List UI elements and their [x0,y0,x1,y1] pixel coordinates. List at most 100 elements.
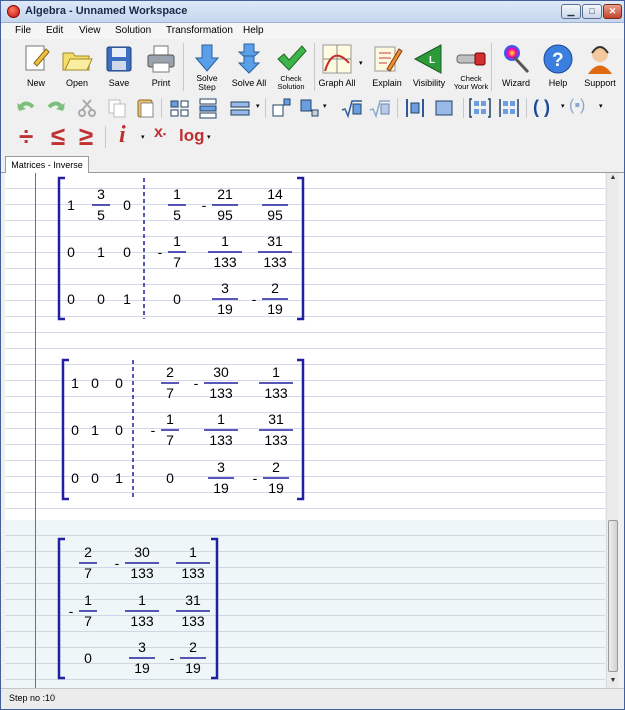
svg-text:?: ? [552,50,564,71]
matrix-numerator: 3 [217,459,225,475]
imaginary-dropdown-icon[interactable]: ▾ [141,133,145,141]
matrix-numerator: 1 [272,364,280,380]
divide-icon[interactable]: ÷ [19,121,33,152]
matrix-numerator: 21 [217,186,233,202]
matrix-denominator: 19 [217,301,233,317]
matrix-cell: 0 [166,470,174,486]
paste-icon[interactable] [135,97,157,119]
support-button[interactable]: Support [577,41,623,93]
matrix-cell: 1 [67,197,75,213]
matrix-denominator: 19 [268,480,284,496]
visibility-icon: L [413,44,442,74]
nth-root-icon[interactable] [369,97,391,119]
check-work-icon [456,52,486,66]
parentheses-dropdown-icon[interactable]: ▾ [561,102,565,110]
menu-file[interactable]: File [15,25,31,36]
matrix-cell: 0 [71,470,79,486]
graph-dropdown-icon[interactable]: ▾ [359,59,363,67]
matrix-numerator: 1 [189,544,197,560]
menu-solution[interactable]: Solution [115,25,151,36]
matrix-numerator: 1 [166,411,174,427]
scroll-up-icon[interactable]: ▲ [608,174,618,184]
matrix-denominator: 7 [173,254,181,270]
scroll-thumb[interactable] [608,520,618,672]
matrix-minus-sign: - [158,244,163,260]
matrix-cell: 0 [91,470,99,486]
undo-icon[interactable] [15,97,37,119]
log-dropdown-icon[interactable]: ▾ [207,133,211,141]
matrix-row-icon[interactable] [169,97,191,119]
parentheses-icon[interactable]: ( ) [533,97,550,118]
matrix-numerator: 3 [97,186,105,202]
help-icon: ? [543,44,573,74]
subscript-x-icon[interactable]: x▪ [154,124,166,142]
imaginary-unit-icon[interactable]: i [119,122,126,149]
matrix-denominator: 133 [263,254,287,270]
matrix-numerator: 3 [138,639,146,655]
matrix-denominator: 133 [181,565,205,581]
vertical-scrollbar[interactable]: ▲ ▼ [606,173,618,688]
matrix-cell: 0 [115,422,123,438]
matrix-col-icon[interactable] [197,97,219,119]
tab-matrices-inverse[interactable]: Matrices - Inverse [5,156,89,174]
matrix-denominator: 5 [173,207,181,223]
matrix-numerator: 1 [217,411,225,427]
graph-icon [322,44,352,74]
matrix-cell: 1 [71,375,79,391]
less-equal-icon[interactable]: ≤ [51,121,65,152]
check-your-work-button[interactable]: Check Your Work [448,41,494,93]
down-arrow-icon [194,44,220,72]
matrix-minus-sign: - [253,470,258,486]
matrix-numerator: 1 [221,233,229,249]
menu-edit[interactable]: Edit [46,25,63,36]
brackets-icon[interactable]: (▪) [569,97,585,115]
cut-icon[interactable] [76,97,98,119]
matrix-denominator: 133 [209,385,233,401]
box-icon[interactable] [433,97,455,119]
matrix-denominator: 133 [264,432,288,448]
window-title: Algebra - Unnamed Workspace [25,5,188,17]
check-solution-button[interactable]: Check Solution [268,41,314,93]
matrix-denominator: 7 [84,613,92,629]
log-icon[interactable]: log [179,126,205,146]
subscript-icon[interactable] [299,97,321,119]
graph-all-button[interactable]: Graph All [314,41,360,93]
minimize-button[interactable]: ▁ [561,4,581,19]
menu-help[interactable]: Help [243,25,264,36]
matrix-denominator: 19 [134,660,150,676]
matrix-numerator: 14 [267,186,283,202]
matrix-numerator: 1 [84,592,92,608]
matrix-cell: 0 [173,291,181,307]
superscript-icon[interactable] [271,97,293,119]
matrix-icon[interactable] [469,97,491,119]
matrix-numerator: 1 [173,186,181,202]
abs-value-icon[interactable] [404,97,426,119]
explain-pencil-icon [374,46,403,72]
brackets-dropdown-icon[interactable]: ▾ [599,102,603,110]
greater-equal-icon[interactable]: ≥ [79,121,93,152]
menu-view[interactable]: View [79,25,101,36]
insert-row-icon[interactable] [229,97,251,119]
scroll-down-icon[interactable]: ▼ [608,677,618,687]
print-button[interactable]: Print [138,41,184,93]
matrix-denominator: 7 [166,432,174,448]
script-dropdown-icon[interactable]: ▾ [323,102,327,110]
matrix-cell: 1 [115,470,123,486]
menu-transformation[interactable]: Transformation [166,25,233,36]
workspace[interactable]: 1 3 5 0 0 1 0 0 0 1 1 5-21 95 14 95-1 7 1 133 31 133 0 3 19-2 1… [5,173,605,688]
redo-icon[interactable] [45,97,67,119]
support-headset-icon [588,46,612,74]
edit-toolbar: ▾ ▾ ( ) ▾ (▪) ▾ [1,94,624,122]
tab-strip: Matrices - Inverse [1,154,624,174]
maximize-button[interactable]: □ [582,4,602,19]
copy-icon[interactable] [106,97,128,119]
close-button[interactable]: ✕ [603,4,622,19]
determinant-icon[interactable] [498,97,520,119]
insert-dropdown-icon[interactable]: ▾ [256,102,260,110]
matrix-minus-sign: - [170,650,175,666]
matrix-denominator: 19 [267,301,283,317]
matrix-denominator: 133 [213,254,237,270]
left-bracket [61,358,69,501]
sqrt-icon[interactable] [341,97,363,119]
right-bracket [211,537,219,680]
